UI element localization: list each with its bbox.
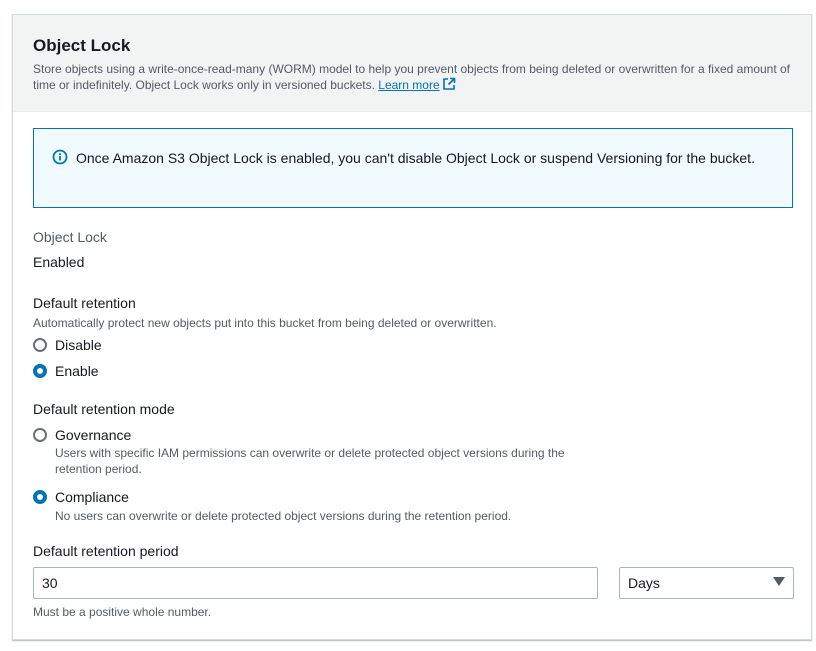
panel-header: Object Lock Store objects using a write-… [13, 15, 811, 112]
object-lock-value: Enabled [33, 254, 85, 270]
retention-unit-value: Days [628, 575, 660, 591]
info-icon [52, 149, 68, 207]
radio-governance-circle[interactable] [33, 428, 47, 442]
radio-compliance[interactable]: Compliance [33, 489, 129, 505]
radio-governance-label: Governance [55, 427, 132, 443]
radio-disable-label: Disable [55, 337, 102, 353]
object-lock-label: Object Lock [33, 229, 107, 245]
radio-disable-circle[interactable] [33, 338, 47, 352]
panel-description: Store objects using a write-once-read-ma… [33, 61, 791, 95]
retention-mode-label: Default retention mode [33, 401, 175, 417]
radio-governance[interactable]: Governance [33, 427, 131, 443]
radio-compliance-label: Compliance [55, 489, 129, 505]
governance-description: Users with specific IAM permissions can … [55, 446, 565, 476]
external-link-icon [442, 77, 456, 95]
retention-period-hint: Must be a positive whole number. [33, 605, 212, 619]
info-alert: Once Amazon S3 Object Lock is enabled, y… [33, 128, 793, 208]
default-retention-label: Default retention [33, 295, 136, 311]
default-retention-description: Automatically protect new objects put in… [33, 316, 497, 330]
radio-enable-circle[interactable] [33, 364, 47, 378]
radio-disable[interactable]: Disable [33, 337, 102, 353]
learn-more-label: Learn more [378, 78, 440, 92]
radio-compliance-circle[interactable] [33, 490, 47, 504]
caret-down-icon [773, 574, 785, 592]
retention-period-label: Default retention period [33, 543, 179, 559]
panel-title: Object Lock [33, 36, 131, 55]
retention-unit-select[interactable]: Days [619, 567, 794, 599]
object-lock-panel: Object Lock Store objects using a write-… [12, 14, 812, 640]
alert-text: Once Amazon S3 Object Lock is enabled, y… [76, 150, 755, 166]
radio-enable-label: Enable [55, 363, 99, 379]
compliance-description: No users can overwrite or delete protect… [55, 509, 512, 523]
retention-period-input[interactable] [33, 567, 598, 599]
learn-more-link[interactable]: Learn more [378, 77, 456, 95]
radio-enable[interactable]: Enable [33, 363, 99, 379]
